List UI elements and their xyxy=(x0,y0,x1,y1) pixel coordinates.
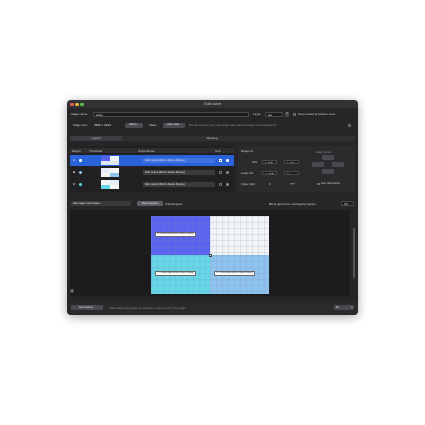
edge-blend-left[interactable] xyxy=(312,162,324,167)
move-regions-button[interactable]: Move Regions xyxy=(137,201,163,206)
blend-gamma-input[interactable]: 0.6 xyxy=(341,201,354,206)
layer-label: Layer: xyxy=(253,112,262,116)
region-panel-title: Region A xyxy=(241,149,254,153)
region-thumbnail xyxy=(101,168,119,177)
lower-left-y-input[interactable]: 0 xyxy=(284,170,299,175)
edge-blends-label: Edge blends xyxy=(316,150,332,154)
lower-left-x-input[interactable]: -1,728 xyxy=(262,170,277,175)
help-button[interactable]: ? xyxy=(70,289,74,293)
auto-edge-blends-label: Auto edge blends xyxy=(321,182,340,185)
retina-button[interactable]: Retina… xyxy=(125,123,143,128)
header-thumbnail: Thumbnail xyxy=(89,148,103,153)
window-title: Edit cube xyxy=(204,101,221,106)
empty-quad xyxy=(210,216,269,255)
chevron-up-down-icon: ⇕ xyxy=(285,112,289,115)
region-a-label: A: 1 Main output (Built-in Retina Displa… xyxy=(155,232,197,237)
edit-stage-window: Edit cube Stage name: cube Layer: top ⇕ … xyxy=(67,100,358,315)
grid-checkbox[interactable] xyxy=(219,159,222,162)
chevron-down-icon: ▾ xyxy=(351,306,353,309)
region-letter: B xyxy=(73,170,76,174)
size-label: Size xyxy=(252,160,258,164)
region-b-label: B: 1 Main output (Built-in Retina Displa… xyxy=(214,271,256,276)
size-width-input[interactable]: 1,728 xyxy=(262,159,277,164)
region-color-dot xyxy=(79,159,82,162)
upper-right-x-value: 0 xyxy=(269,182,271,186)
output-route-select[interactable]: Main output (Built-in Retina Display) xyxy=(143,158,215,163)
auto-edge-blends-checkbox[interactable] xyxy=(317,182,320,185)
upper-right-label: Upper right xyxy=(241,182,255,186)
header-output-route: Output Route xyxy=(138,148,155,153)
alignment-guides-label: Show alignment guides on all output rout… xyxy=(109,305,186,310)
layer-input[interactable]: top xyxy=(265,112,283,117)
table-row[interactable]: B Main output (Built-in Retina Display) xyxy=(70,167,234,178)
table-header: Region Thumbnail Output Route Grid xyxy=(70,148,234,153)
region-thumbnail xyxy=(101,180,119,189)
edge-blend-bottom[interactable] xyxy=(322,169,334,174)
edge-blend-right[interactable] xyxy=(332,162,344,167)
output-route-select[interactable]: Main output (Built-in Retina Display) xyxy=(143,182,215,187)
region-color-dot xyxy=(79,183,82,186)
zoom-select[interactable]: Fit ▾ xyxy=(334,305,354,310)
stage-name-input[interactable]: cube xyxy=(93,112,249,117)
layer-stepper[interactable]: ⇕ xyxy=(285,112,289,117)
table-row[interactable]: A Main output (Built-in Retina Display) xyxy=(70,155,234,166)
region-c-quad[interactable]: C: 1 Main output (Built-in Retina Displa… xyxy=(151,255,210,294)
blend-gamma-label: Blend gamma for overlapping regions: xyxy=(269,201,317,206)
region-letter: C xyxy=(73,182,76,186)
region-letter: A xyxy=(73,158,76,162)
output-route-select[interactable]: Main output (Built-in Retina Display) xyxy=(143,170,215,175)
mask-label: Mask: xyxy=(149,123,158,127)
grid-checkbox[interactable] xyxy=(219,183,222,186)
region-info-icon[interactable] xyxy=(226,171,229,174)
upper-right-y-value: ??? xyxy=(290,182,295,186)
region-b-quad[interactable]: B: 1 Main output (Built-in Retina Displa… xyxy=(210,255,269,294)
region-corner-handle[interactable] xyxy=(208,253,212,257)
stage-name-label: Stage name: xyxy=(71,112,89,116)
mask-hint: Render pixels in the mask image will mak… xyxy=(189,123,277,127)
region-color-dot xyxy=(79,171,82,174)
header-grid: Grid xyxy=(215,148,221,153)
stage-size-value: 3456 × 2234 xyxy=(94,123,111,127)
region-c-label: C: 1 Main output (Built-in Retina Displa… xyxy=(155,271,197,276)
region-thumbnail xyxy=(101,156,119,165)
mask-clear-button[interactable] xyxy=(348,123,351,127)
region-info-icon[interactable] xyxy=(226,183,229,186)
stage-size-label: Stage size: xyxy=(73,123,88,127)
preview-scrollbar[interactable] xyxy=(353,228,355,278)
stage-canvas[interactable]: A: 1 Main output (Built-in Retina Displa… xyxy=(151,216,269,294)
table-row[interactable]: C Main output (Built-in Retina Display) xyxy=(70,179,234,190)
region-info-icon[interactable] xyxy=(226,159,229,162)
size-height-input[interactable]: 1,117 xyxy=(284,159,299,164)
new-region-button[interactable]: New region with output… xyxy=(71,201,131,206)
region-settings-panel: Region A Edge blends Size 1,728 1,117 Lo… xyxy=(238,146,355,193)
grid-options-button[interactable]: Grid options… xyxy=(71,305,103,310)
region-a-quad[interactable]: A: 1 Main output (Built-in Retina Displa… xyxy=(151,216,210,255)
keep-rendering-checkbox[interactable] xyxy=(293,112,296,116)
lower-left-label: Lower left xyxy=(241,171,254,175)
load-mask-button[interactable]: Load mask… xyxy=(163,123,185,128)
edge-blend-top[interactable] xyxy=(322,155,334,160)
tab-layout[interactable]: Layout xyxy=(70,136,122,141)
grid-checkbox[interactable] xyxy=(219,171,222,174)
tab-warping[interactable]: Warping xyxy=(122,136,302,141)
title-bar: Edit cube xyxy=(67,100,358,108)
draw-regions-toggle[interactable]: Draw Regions xyxy=(165,202,183,206)
header-region: Region xyxy=(72,148,81,153)
question-icon: ? xyxy=(71,289,73,293)
keep-rendering-label: Keep rendering between cues xyxy=(298,112,336,116)
